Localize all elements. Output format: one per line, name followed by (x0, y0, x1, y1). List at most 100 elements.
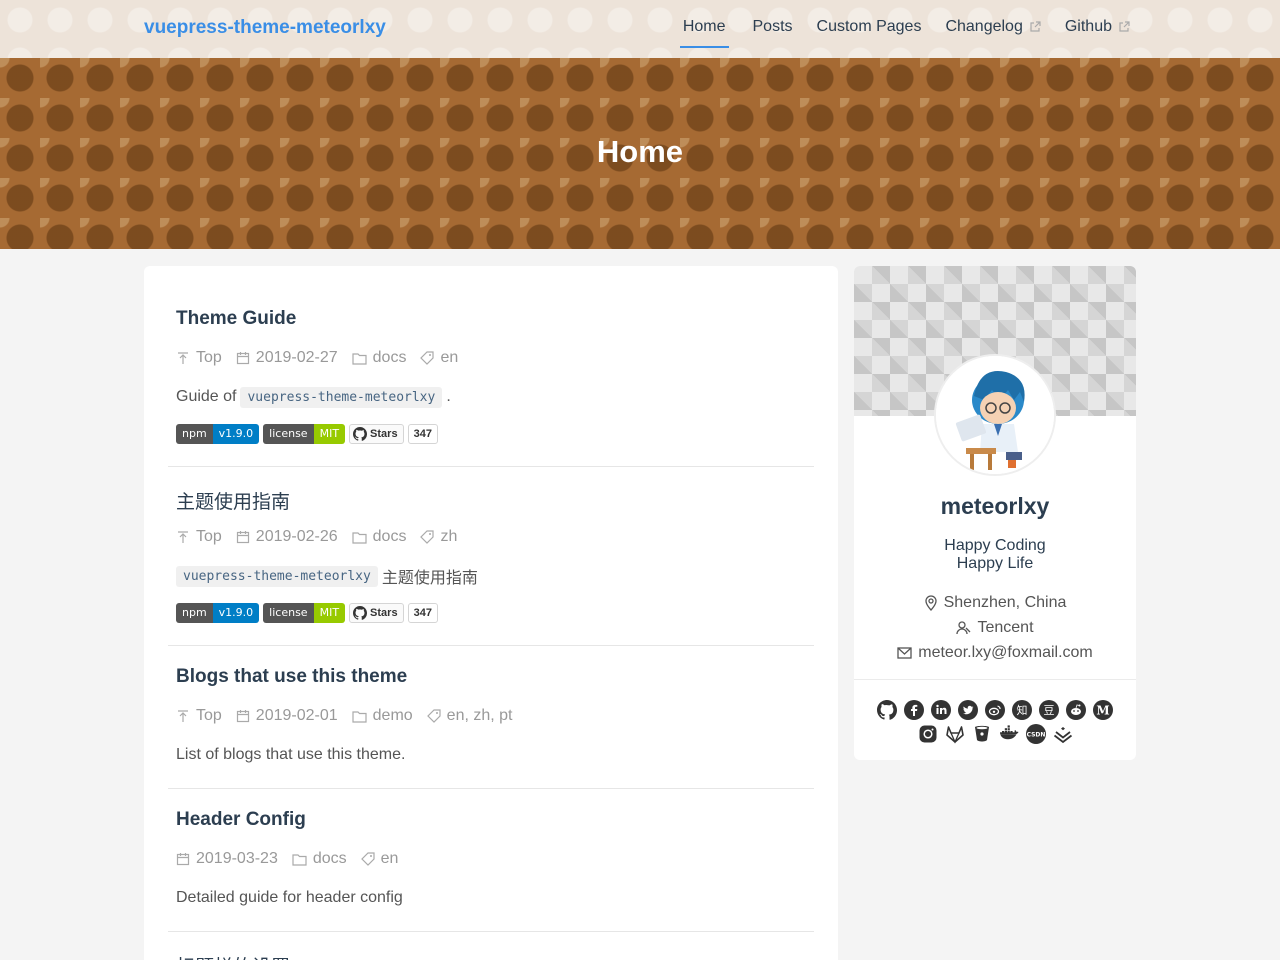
juejin-icon[interactable] (1053, 724, 1073, 744)
post-top: Top (176, 707, 222, 725)
location-pin-icon (924, 594, 937, 611)
post-title-link[interactable]: Header Config (176, 809, 806, 833)
github-stars-badge[interactable]: Stars (349, 424, 404, 444)
post-tags-label: en (440, 349, 459, 366)
linkedin-icon[interactable] (931, 700, 951, 720)
inline-code: vuepress-theme-meteorlxy (176, 565, 378, 587)
weibo-icon[interactable] (985, 700, 1005, 720)
bio-line: Happy Life (956, 555, 1034, 572)
post-top: Top (176, 528, 222, 546)
post-summary: Detailed guide for header config (176, 887, 806, 909)
douban-icon[interactable]: 豆 (1039, 700, 1059, 720)
npm-badge[interactable]: npm v1.9.0 (176, 424, 260, 444)
pin-top-icon (178, 352, 188, 364)
post-tags[interactable]: en, zh, pt (426, 707, 513, 725)
npm-badge[interactable]: npm v1.9.0 (176, 603, 260, 623)
post-title-link[interactable]: 主题使用指南 (176, 487, 806, 513)
external-link-icon (1119, 21, 1130, 32)
post-top-label: Top (196, 349, 222, 366)
calendar-icon (236, 531, 249, 544)
post-item: Header Config 2019-03-23 docs en Detaile… (168, 789, 814, 932)
github-icon[interactable] (877, 700, 897, 720)
post-date-label: 2019-03-23 (196, 850, 278, 867)
github-stars-badge[interactable]: Stars (349, 603, 404, 623)
stars-count[interactable]: 347 (407, 603, 438, 623)
license-badge[interactable]: license MIT (263, 603, 346, 623)
post-top: Top (176, 349, 222, 367)
github-icon (353, 427, 368, 441)
post-title-link[interactable]: 标题栏的设置 (176, 952, 806, 960)
profile-email[interactable]: meteor.lxy@foxmail.com (854, 640, 1136, 665)
post-date-label: 2019-02-26 (255, 528, 338, 545)
post-item: 主题使用指南 Top 2019-02-26 docs zh vuepress-t… (168, 467, 814, 646)
stars-count[interactable]: 347 (407, 424, 438, 444)
twitter-icon[interactable] (958, 700, 978, 720)
svg-text:豆: 豆 (1044, 704, 1055, 717)
avatar (934, 354, 1056, 476)
svg-text:知: 知 (1017, 703, 1028, 717)
folder-icon (352, 352, 367, 365)
zhihu-icon[interactable]: 知 (1012, 700, 1032, 720)
csdn-icon[interactable]: CSDN (1025, 724, 1046, 744)
badge-row: npm v1.9.0 license MIT Stars 347 (176, 424, 806, 444)
post-item: 标题栏的设置 (168, 932, 814, 960)
post-category[interactable]: demo (352, 707, 413, 725)
nav-changelog[interactable]: Changelog (945, 0, 1041, 48)
nav-github[interactable]: Github (1065, 0, 1130, 48)
post-title-link[interactable]: Blogs that use this theme (176, 666, 806, 690)
license-badge[interactable]: license MIT (263, 424, 346, 444)
badge-value: v1.9.0 (212, 603, 260, 623)
tag-icon (420, 351, 435, 365)
post-tags[interactable]: en (360, 850, 399, 868)
navbar: vuepress-theme-meteorlxy Home Posts Cust… (0, 0, 1280, 58)
badge-label: npm (176, 424, 213, 444)
site-brand-link[interactable]: vuepress-theme-meteorlxy (144, 17, 386, 39)
summary-text: 主题使用指南 (381, 570, 478, 587)
tag-icon (360, 852, 375, 866)
nav-home[interactable]: Home (679, 0, 729, 48)
instagram-icon[interactable] (918, 724, 938, 744)
tag-icon (420, 530, 435, 544)
post-tags-label: en (380, 850, 399, 867)
summary-text: Guide of (176, 388, 237, 405)
nav-posts[interactable]: Posts (753, 0, 793, 48)
post-date: 2019-02-01 (236, 707, 338, 725)
pin-top-icon (178, 710, 188, 722)
bitbucket-icon[interactable] (972, 724, 992, 744)
post-summary: List of blogs that use this theme. (176, 744, 806, 766)
post-category[interactable]: docs (352, 349, 406, 367)
medium-icon[interactable]: M (1093, 700, 1113, 720)
badge-value: MIT (313, 424, 346, 444)
facebook-icon[interactable] (904, 700, 924, 720)
summary-text: List of blogs that use this theme. (176, 746, 406, 763)
location-label: Shenzhen, China (943, 593, 1067, 611)
post-meta: Top 2019-02-26 docs zh (176, 527, 806, 547)
calendar-icon (176, 853, 190, 866)
docker-icon[interactable] (999, 724, 1019, 744)
stars-label: Stars (370, 428, 398, 440)
post-category[interactable]: docs (352, 528, 406, 546)
bio-line: Happy Coding (944, 537, 1046, 554)
post-summary: vuepress-theme-meteorlxy 主题使用指南 (176, 565, 806, 587)
badge-value: MIT (313, 603, 346, 623)
post-meta: Top 2019-02-01 demo en, zh, pt (176, 706, 806, 726)
nav-home-label: Home (682, 18, 726, 35)
badge-label: license (263, 603, 314, 623)
inline-code: vuepress-theme-meteorlxy (240, 386, 443, 408)
nav-custom-pages-label: Custom Pages (816, 18, 922, 35)
gitlab-icon[interactable] (945, 724, 965, 744)
post-tags[interactable]: en (420, 349, 458, 367)
post-summary: Guide of vuepress-theme-meteorlxy . (176, 386, 806, 408)
nav-custom-pages[interactable]: Custom Pages (817, 0, 922, 48)
nav-github-label: Github (1064, 18, 1112, 35)
profile-location: Shenzhen, China (854, 590, 1136, 615)
avatar-illustration (936, 356, 1054, 474)
post-tags[interactable]: zh (420, 528, 457, 546)
post-meta: Top 2019-02-27 docs en (176, 348, 806, 368)
page-title: Home (596, 134, 684, 169)
post-title-link[interactable]: Theme Guide (176, 308, 806, 332)
profile-bio: Happy Coding Happy Life (854, 537, 1136, 573)
post-category[interactable]: docs (292, 850, 347, 868)
reddit-icon[interactable] (1066, 700, 1086, 720)
post-item: Blogs that use this theme Top 2019-02-01… (168, 646, 814, 789)
